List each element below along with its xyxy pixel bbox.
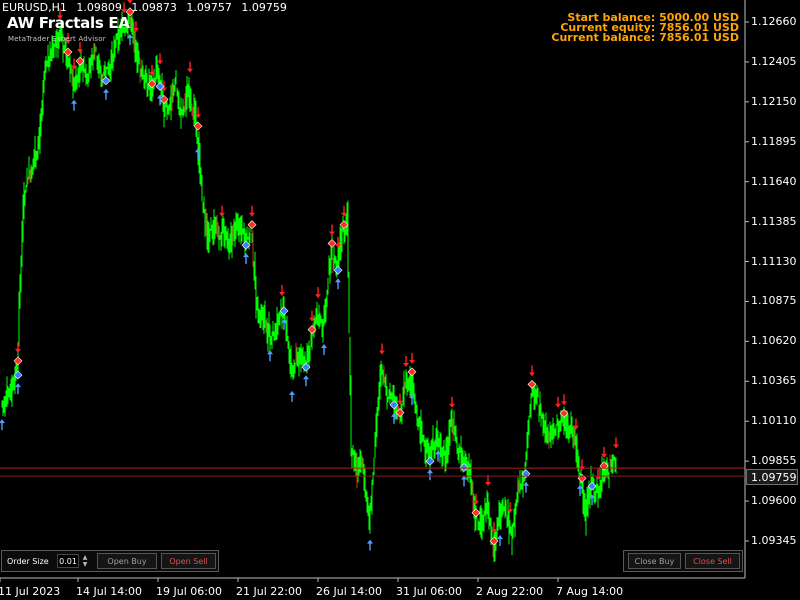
up-fractal-arrow-icon (555, 396, 561, 408)
open-sell-button[interactable]: Open Sell (161, 553, 216, 569)
low-price: 1.09757 (186, 1, 232, 14)
time-tick-label: 26 Jul 14:00 (316, 585, 382, 598)
close-buy-button[interactable]: Close Buy (628, 553, 681, 569)
price-tick-label: 1.12405 (751, 54, 797, 68)
up-fractal-arrow-icon (249, 205, 255, 217)
down-fractal-arrow-icon (461, 475, 467, 487)
up-fractal-arrow-icon (397, 393, 403, 405)
down-fractal-arrow-icon (427, 469, 433, 481)
price-tick-label: 1.09600 (751, 494, 797, 508)
sell-signal-icon (407, 367, 417, 377)
time-tick-label: 31 Jul 06:00 (396, 585, 462, 598)
up-fractal-arrow-icon (409, 352, 415, 364)
price-tick-label: 1.11640 (751, 174, 797, 188)
up-fractal-arrow-icon (77, 42, 83, 54)
up-fractal-arrow-icon (613, 437, 619, 449)
price-tick-label: 1.11385 (751, 214, 797, 228)
down-fractal-arrow-icon (267, 350, 273, 362)
close-panel: Close Buy Close Sell (623, 550, 743, 572)
close-sell-button[interactable]: Close Sell (685, 553, 740, 569)
down-fractal-arrow-icon (367, 539, 373, 551)
price-tick-label: 1.11130 (751, 254, 797, 268)
order-size-input[interactable]: 0.01 (57, 554, 79, 568)
high-price: 1.09873 (131, 1, 177, 14)
up-fractal-arrow-icon (379, 343, 385, 355)
open-price: 1.09809 (76, 1, 122, 14)
close-price: 1.09759 (241, 1, 287, 14)
up-fractal-arrow-icon (449, 396, 455, 408)
price-tick-label: 1.09345 (751, 534, 797, 547)
up-fractal-arrow-icon (529, 365, 535, 377)
current-price-tag: 1.09759 (746, 469, 798, 485)
down-fractal-arrow-icon (289, 390, 295, 402)
stepper-up-icon[interactable]: ▲ (81, 554, 89, 561)
down-fractal-arrow-icon (303, 375, 309, 387)
up-fractal-arrow-icon (279, 285, 285, 297)
up-fractal-arrow-icon (561, 394, 567, 406)
time-tick-label: 19 Jul 06:00 (156, 585, 222, 598)
ea-title: AW Fractals EA (7, 14, 130, 32)
price-tick-label: 1.11895 (751, 134, 797, 148)
up-fractal-arrow-icon (15, 341, 21, 353)
buy-signal-icon (333, 265, 343, 275)
down-fractal-arrow-icon (71, 99, 77, 111)
up-fractal-arrow-icon (187, 61, 193, 73)
price-tick-label: 1.10365 (751, 374, 797, 388)
time-tick-label: 14 Jul 14:00 (76, 585, 142, 598)
down-fractal-arrow-icon (15, 383, 21, 395)
sell-signal-icon (327, 239, 337, 248)
order-size-label: Order Size (7, 557, 49, 566)
order-panel: Order Size 0.01 ▲ ▼ Open Buy Open Sell (1, 550, 219, 572)
down-fractal-arrow-icon (0, 419, 5, 431)
time-tick-label: 7 Aug 14:00 (556, 585, 624, 598)
price-tick-label: 1.10110 (751, 414, 797, 428)
up-fractal-arrow-icon (219, 205, 225, 217)
down-fractal-arrow-icon (335, 278, 341, 290)
candles (1, 8, 617, 562)
down-fractal-arrow-icon (243, 253, 249, 265)
buy-signal-icon (425, 456, 435, 466)
price-chart[interactable] (0, 0, 800, 600)
down-fractal-arrow-icon (523, 481, 529, 493)
price-tick-label: 1.12660 (751, 15, 797, 28)
up-fractal-arrow-icon (329, 224, 335, 236)
ea-subtitle: MetaTrader Expert Advisor (8, 35, 106, 43)
up-fractal-arrow-icon (403, 356, 409, 367)
time-tick-label: 11 Jul 2023 (0, 585, 61, 598)
order-size-stepper[interactable]: ▲ ▼ (81, 554, 89, 568)
symbol-name: EURUSD,H1 (2, 1, 67, 14)
up-fractal-arrow-icon (157, 53, 163, 65)
price-tick-label: 1.10875 (751, 294, 797, 308)
current-balance: Current balance: 7856.01 USD (551, 31, 739, 44)
symbol-info: EURUSD,H1 1.09809 1.09873 1.09757 1.0975… (2, 1, 293, 14)
sell-signal-icon (13, 356, 23, 366)
up-fractal-arrow-icon (315, 287, 321, 299)
price-tick-label: 1.10620 (751, 334, 797, 348)
open-buy-button[interactable]: Open Buy (97, 553, 157, 569)
time-tick-label: 21 Jul 22:00 (236, 585, 302, 598)
time-tick-label: 2 Aug 22:00 (476, 585, 544, 598)
down-fractal-arrow-icon (103, 88, 109, 100)
stepper-down-icon[interactable]: ▼ (81, 561, 89, 568)
price-tick-label: 1.09855 (751, 454, 797, 468)
up-fractal-arrow-icon (601, 446, 607, 458)
balance-info: Start balance: 5000.00 USD Current equit… (551, 12, 739, 44)
down-fractal-arrow-icon (321, 343, 327, 355)
price-tick-label: 1.12150 (751, 94, 797, 108)
axis-ticks (0, 21, 749, 582)
